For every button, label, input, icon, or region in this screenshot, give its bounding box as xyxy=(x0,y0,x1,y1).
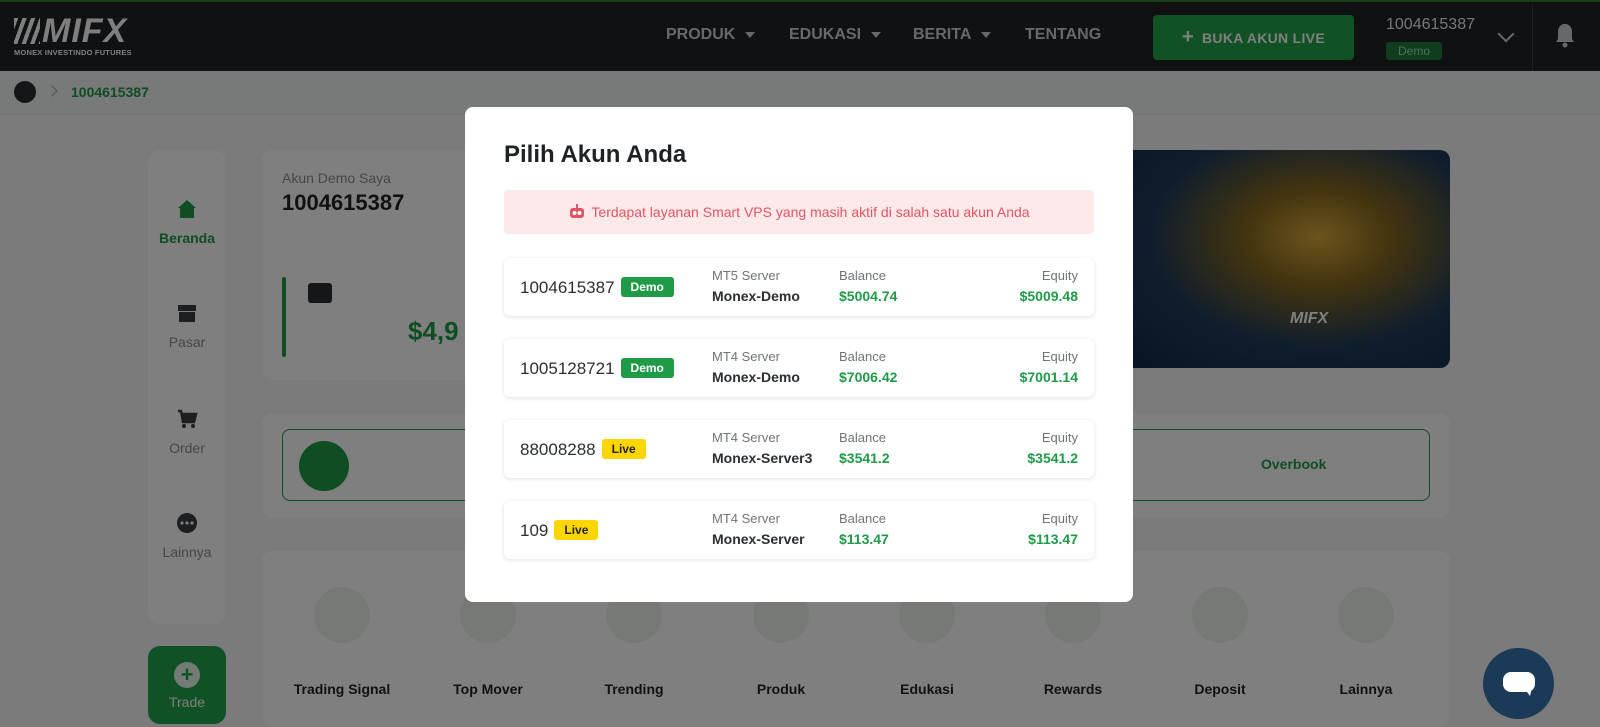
equity-label: Equity xyxy=(1041,268,1078,283)
balance-value: $5004.74 xyxy=(839,288,898,304)
equity-label: Equity xyxy=(1041,511,1078,526)
account-row[interactable]: 1005128721 Demo MT4 Server Monex-Demo Bal… xyxy=(504,339,1094,397)
equity-label: Equity xyxy=(1041,430,1078,445)
account-type-badge: Live xyxy=(554,520,599,540)
account-type-badge: Live xyxy=(601,439,646,459)
balance-value: $113.47 xyxy=(839,531,889,547)
balance-value: $7006.42 xyxy=(839,369,898,385)
account-row[interactable]: 88008288 Live MT4 Server Monex-Server3 Ba… xyxy=(504,420,1094,478)
account-row[interactable]: 1004615387 Demo MT5 Server Monex-Demo Bal… xyxy=(504,258,1094,316)
server-label: MT4 Server xyxy=(712,511,780,526)
account-type-badge: Demo xyxy=(620,358,674,378)
vps-alert-text: Terdapat layanan Smart VPS yang masih ak… xyxy=(591,204,1030,220)
equity-value: $7001.14 xyxy=(1019,369,1078,385)
account-picker-modal: Pilih Akun Anda Terdapat layanan Smart V… xyxy=(465,107,1133,602)
vps-alert: Terdapat layanan Smart VPS yang masih ak… xyxy=(504,190,1094,234)
server-label: MT4 Server xyxy=(712,430,780,445)
equity-value: $113.47 xyxy=(1028,531,1078,547)
balance-value: $3541.2 xyxy=(839,450,890,466)
server-label: MT5 Server xyxy=(712,268,780,283)
account-type-badge: Demo xyxy=(620,277,674,297)
account-number: 88008288 xyxy=(520,440,596,459)
balance-label: Balance xyxy=(839,511,886,526)
balance-label: Balance xyxy=(839,349,886,364)
server-name: Monex-Server xyxy=(712,531,805,547)
server-name: Monex-Server3 xyxy=(712,450,813,466)
account-number: 1004615387 xyxy=(520,278,615,297)
account-number: 1005128721 xyxy=(520,359,615,378)
equity-value: $5009.48 xyxy=(1019,288,1078,304)
balance-label: Balance xyxy=(839,268,886,283)
modal-title: Pilih Akun Anda xyxy=(504,141,687,168)
chat-launcher-button[interactable] xyxy=(1483,648,1554,719)
equity-value: $3541.2 xyxy=(1027,450,1078,466)
server-name: Monex-Demo xyxy=(712,288,800,304)
account-row[interactable]: 109 Live MT4 Server Monex-Server Balance … xyxy=(504,501,1094,559)
equity-label: Equity xyxy=(1041,349,1078,364)
account-number: 109 xyxy=(520,521,549,540)
robot-icon xyxy=(570,204,585,218)
balance-label: Balance xyxy=(839,430,886,445)
server-name: Monex-Demo xyxy=(712,369,800,385)
server-label: MT4 Server xyxy=(712,349,780,364)
